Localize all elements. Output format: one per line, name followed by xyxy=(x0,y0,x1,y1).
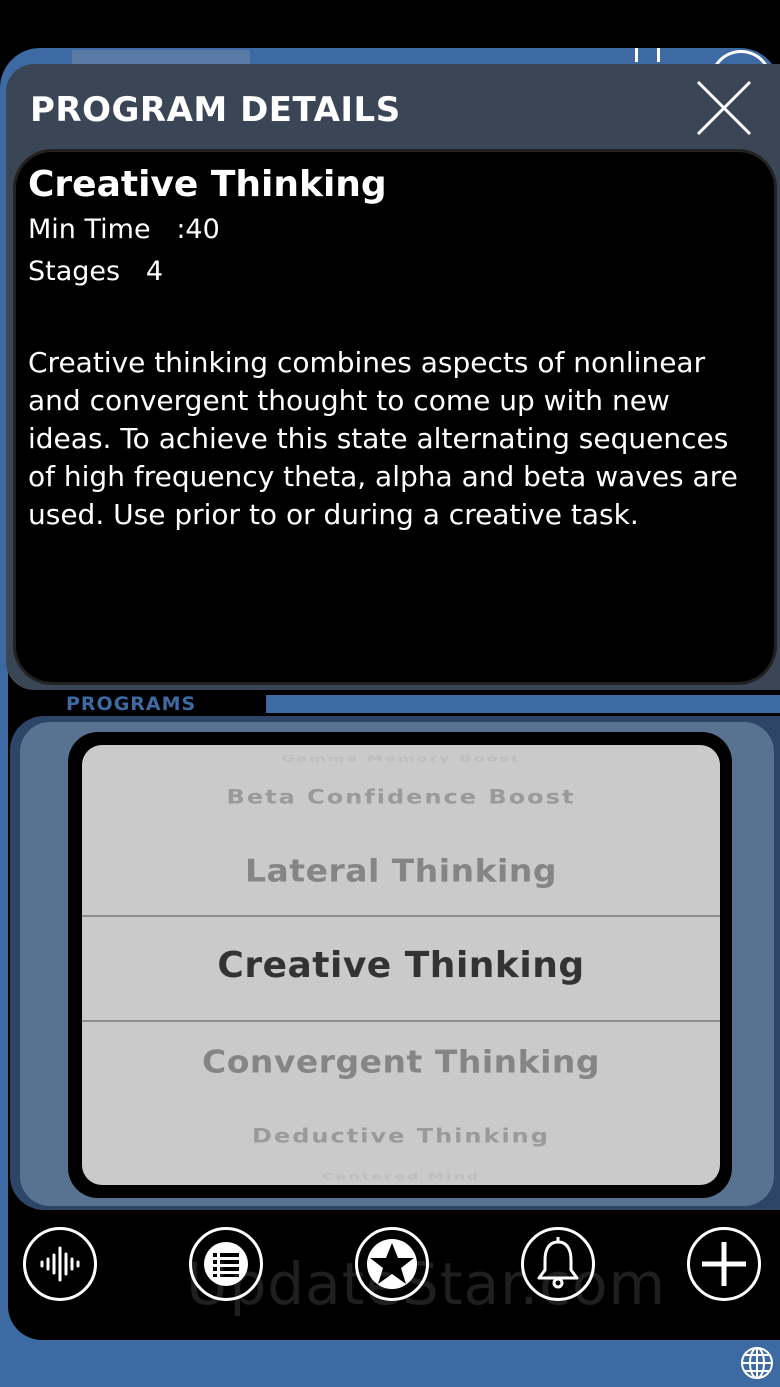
picker-item[interactable]: Convergent Thinking xyxy=(82,1043,720,1080)
close-icon xyxy=(696,80,752,136)
program-name: Creative Thinking xyxy=(28,164,387,205)
plus-icon xyxy=(702,1242,746,1286)
picker-item[interactable]: Gamma Memory Boost xyxy=(82,753,720,763)
globe-icon[interactable] xyxy=(740,1346,774,1380)
program-picker[interactable]: Gamma Memory Boost Beta Confidence Boost… xyxy=(82,745,720,1185)
background-marks xyxy=(633,48,663,64)
list-icon xyxy=(204,1242,248,1286)
picker-item[interactable]: Lateral Thinking xyxy=(82,852,720,889)
program-description: Creative thinking combines aspects of no… xyxy=(28,346,738,531)
waveform-button[interactable] xyxy=(23,1227,97,1301)
close-button[interactable] xyxy=(692,76,756,140)
star-icon xyxy=(367,1239,417,1289)
min-time: Min Time :40 xyxy=(28,214,220,245)
picker-selection-line xyxy=(82,1020,720,1022)
picker-selection-line xyxy=(82,915,720,917)
add-button[interactable] xyxy=(687,1227,761,1301)
favorites-button[interactable] xyxy=(355,1227,429,1301)
program-detail-panel: Creative Thinking Min Time :40 Stages 4 … xyxy=(16,152,774,682)
bell-icon xyxy=(537,1237,579,1289)
modal-title: PROGRAM DETAILS xyxy=(30,90,401,130)
picker-item[interactable]: Beta Confidence Boost xyxy=(82,786,720,808)
background-tab xyxy=(72,50,250,64)
background-tab xyxy=(258,50,398,64)
programs-label: PROGRAMS xyxy=(60,692,266,715)
picker-item[interactable]: Centered Mind xyxy=(82,1171,720,1181)
stages-count: Stages 4 xyxy=(28,256,164,287)
list-button[interactable] xyxy=(189,1227,263,1301)
waveform-icon xyxy=(40,1246,80,1282)
program-details-modal: PROGRAM DETAILS Creative Thinking Min Ti… xyxy=(6,64,780,690)
picker-item-selected[interactable]: Creative Thinking xyxy=(82,945,720,986)
picker-item[interactable]: Deductive Thinking xyxy=(82,1125,720,1147)
programs-header-bar xyxy=(258,695,780,713)
alarm-button[interactable] xyxy=(521,1227,595,1301)
